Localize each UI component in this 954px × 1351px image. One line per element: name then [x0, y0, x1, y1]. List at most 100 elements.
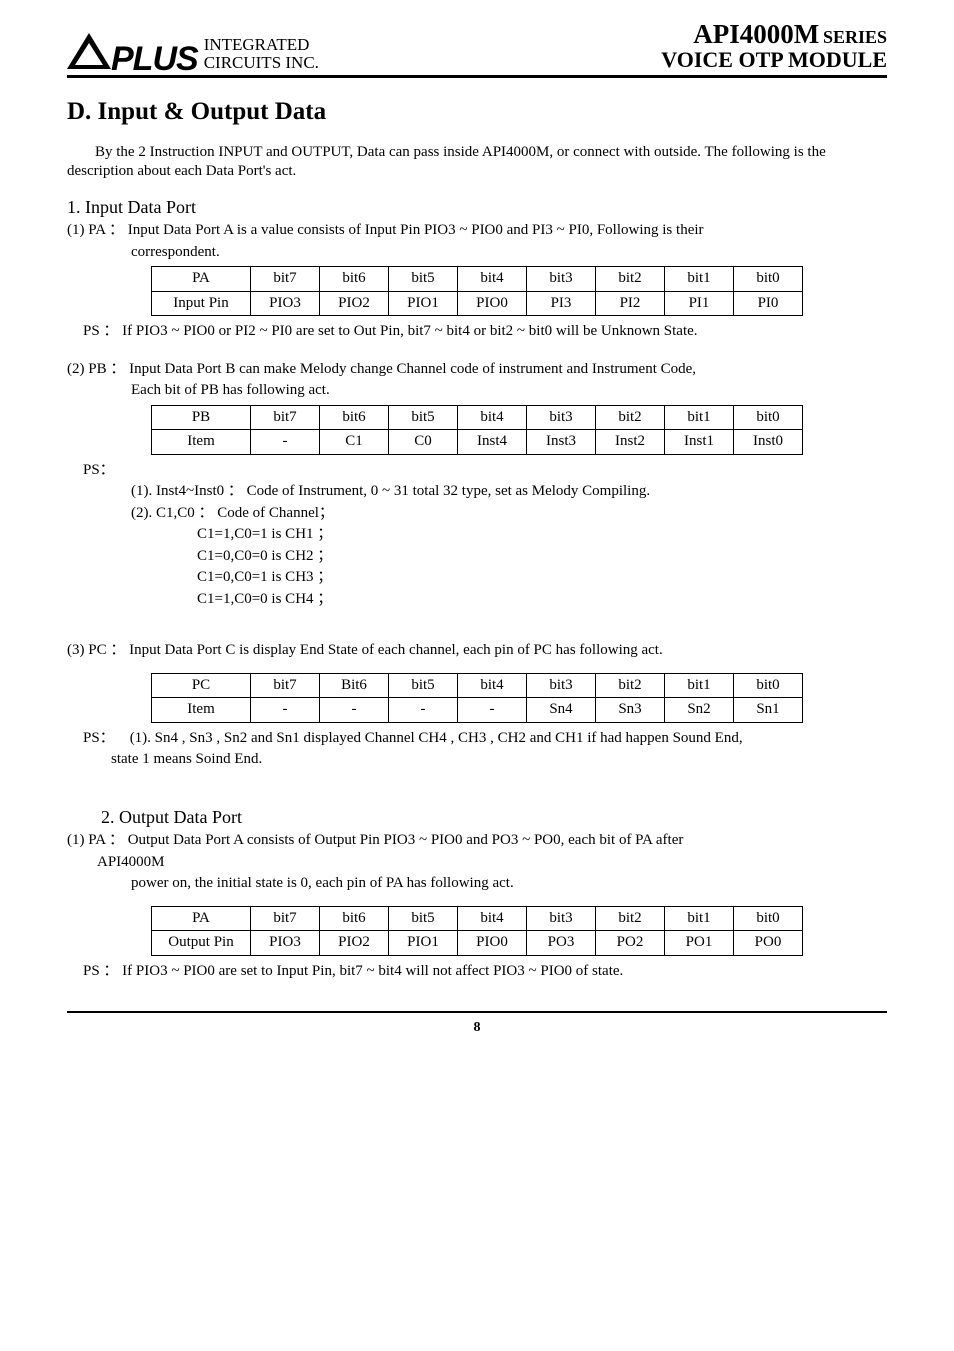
pc-ps1: (1). Sn4 , Sn3 , Sn2 and Sn1 displayed C…: [130, 730, 743, 746]
pc-ps-label: PS：: [83, 730, 115, 746]
cell: PIO0: [458, 931, 527, 956]
cell: -: [458, 698, 527, 723]
logo-text: PLUS: [111, 46, 198, 73]
cell: PIO2: [320, 931, 389, 956]
ch-line: C1=0,C0=1 is CH3 ；: [197, 568, 887, 588]
cell: PIO0: [458, 291, 527, 316]
cell: Inst3: [527, 430, 596, 455]
cell: Output Pin: [152, 931, 251, 956]
cell: Inst0: [734, 430, 803, 455]
pb-ps-label: PS：: [83, 461, 887, 481]
cell: bit0: [734, 267, 803, 292]
cell: Item: [152, 430, 251, 455]
pa-output-table: PA bit7 bit6 bit5 bit4 bit3 bit2 bit1 bi…: [151, 906, 803, 956]
out-pa-line2: API4000M: [97, 853, 887, 873]
pb-ps2: (2). C1,C0 ： Code of Channel；: [131, 504, 887, 524]
title-block: API4000M SERIES VOICE OTP MODULE: [661, 20, 887, 71]
cell: -: [251, 698, 320, 723]
cell: PIO3: [251, 291, 320, 316]
pa-ps: PS ： If PIO3 ~ PIO0 or PI2 ~ PI0 are set…: [83, 322, 887, 342]
cell: Input Pin: [152, 291, 251, 316]
out-pa-line3: power on, the initial state is 0, each p…: [131, 874, 887, 894]
title-main: API4000M: [693, 19, 819, 49]
cell: PO1: [665, 931, 734, 956]
title-series: SERIES: [823, 27, 887, 47]
cell: bit7: [251, 906, 320, 931]
page-number: 8: [474, 1020, 481, 1035]
cell: PO0: [734, 931, 803, 956]
cell: bit4: [458, 405, 527, 430]
out-pa-line1: (1) PA ： Output Data Port A consists of …: [67, 831, 887, 851]
logo-icon: [67, 29, 111, 73]
cell: PI1: [665, 291, 734, 316]
cell: bit3: [527, 906, 596, 931]
ch-line: C1=1,C0=0 is CH4 ；: [197, 590, 887, 610]
pa-line1: (1) PA ： Input Data Port A is a value co…: [67, 221, 887, 241]
out-pa-ps: PS ： If PIO3 ~ PIO0 are set to Input Pin…: [83, 962, 887, 982]
pc-ps2: state 1 means Soind End.: [111, 750, 887, 770]
cell: Sn3: [596, 698, 665, 723]
pa-line2: correspondent.: [131, 243, 887, 263]
cell: PIO1: [389, 931, 458, 956]
cell: Sn4: [527, 698, 596, 723]
cell: bit4: [458, 673, 527, 698]
cell: bit1: [665, 267, 734, 292]
page-footer: 8: [67, 1011, 887, 1037]
cell: PB: [152, 405, 251, 430]
table-row: Item - C1 C0 Inst4 Inst3 Inst2 Inst1 Ins…: [152, 430, 803, 455]
cell: bit1: [665, 906, 734, 931]
pc-input-table: PC bit7 Bit6 bit5 bit4 bit3 bit2 bit1 bi…: [151, 673, 803, 723]
cell: -: [251, 430, 320, 455]
logo-sub-line1: INTEGRATED: [204, 35, 310, 54]
cell: bit5: [389, 673, 458, 698]
cell: bit5: [389, 267, 458, 292]
cell: bit4: [458, 906, 527, 931]
section-intro: By the 2 Instruction INPUT and OUTPUT, D…: [67, 143, 887, 182]
input-subhead: 1. Input Data Port: [67, 196, 887, 219]
cell: C0: [389, 430, 458, 455]
cell: bit3: [527, 405, 596, 430]
cell: PA: [152, 267, 251, 292]
cell: PI0: [734, 291, 803, 316]
pa-input-table: PA bit7 bit6 bit5 bit4 bit3 bit2 bit1 bi…: [151, 266, 803, 316]
table-row: Item - - - - Sn4 Sn3 Sn2 Sn1: [152, 698, 803, 723]
cell: bit3: [527, 673, 596, 698]
cell: bit7: [251, 673, 320, 698]
cell: bit7: [251, 405, 320, 430]
cell: bit0: [734, 405, 803, 430]
pb-line1: (2) PB ： Input Data Port B can make Melo…: [67, 360, 887, 380]
cell: bit2: [596, 267, 665, 292]
cell: bit2: [596, 906, 665, 931]
cell: bit6: [320, 405, 389, 430]
ch-line: C1=0,C0=0 is CH2 ；: [197, 547, 887, 567]
cell: bit2: [596, 673, 665, 698]
cell: Item: [152, 698, 251, 723]
cell: PC: [152, 673, 251, 698]
table-row: PA bit7 bit6 bit5 bit4 bit3 bit2 bit1 bi…: [152, 267, 803, 292]
title-sub: VOICE OTP MODULE: [661, 48, 887, 71]
output-subhead: 2. Output Data Port: [101, 806, 887, 829]
cell: bit3: [527, 267, 596, 292]
cell: bit2: [596, 405, 665, 430]
pc-line: (3) PC ： Input Data Port C is display En…: [67, 641, 887, 661]
logo-sub-line2: CIRCUITS INC.: [204, 53, 319, 72]
table-row: PC bit7 Bit6 bit5 bit4 bit3 bit2 bit1 bi…: [152, 673, 803, 698]
section-title: D. Input & Output Data: [67, 96, 887, 129]
page-header: PLUS INTEGRATED CIRCUITS INC. API4000M S…: [67, 20, 887, 78]
cell: PA: [152, 906, 251, 931]
cell: Sn2: [665, 698, 734, 723]
ch-line: C1=1,C0=1 is CH1 ；: [197, 525, 887, 545]
cell: Inst4: [458, 430, 527, 455]
cell: bit4: [458, 267, 527, 292]
cell: PIO2: [320, 291, 389, 316]
cell: bit1: [665, 673, 734, 698]
cell: bit0: [734, 673, 803, 698]
cell: PO3: [527, 931, 596, 956]
cell: bit1: [665, 405, 734, 430]
cell: PIO3: [251, 931, 320, 956]
cell: PIO1: [389, 291, 458, 316]
cell: bit7: [251, 267, 320, 292]
logo-block: PLUS INTEGRATED CIRCUITS INC.: [67, 29, 319, 73]
cell: C1: [320, 430, 389, 455]
cell: PO2: [596, 931, 665, 956]
